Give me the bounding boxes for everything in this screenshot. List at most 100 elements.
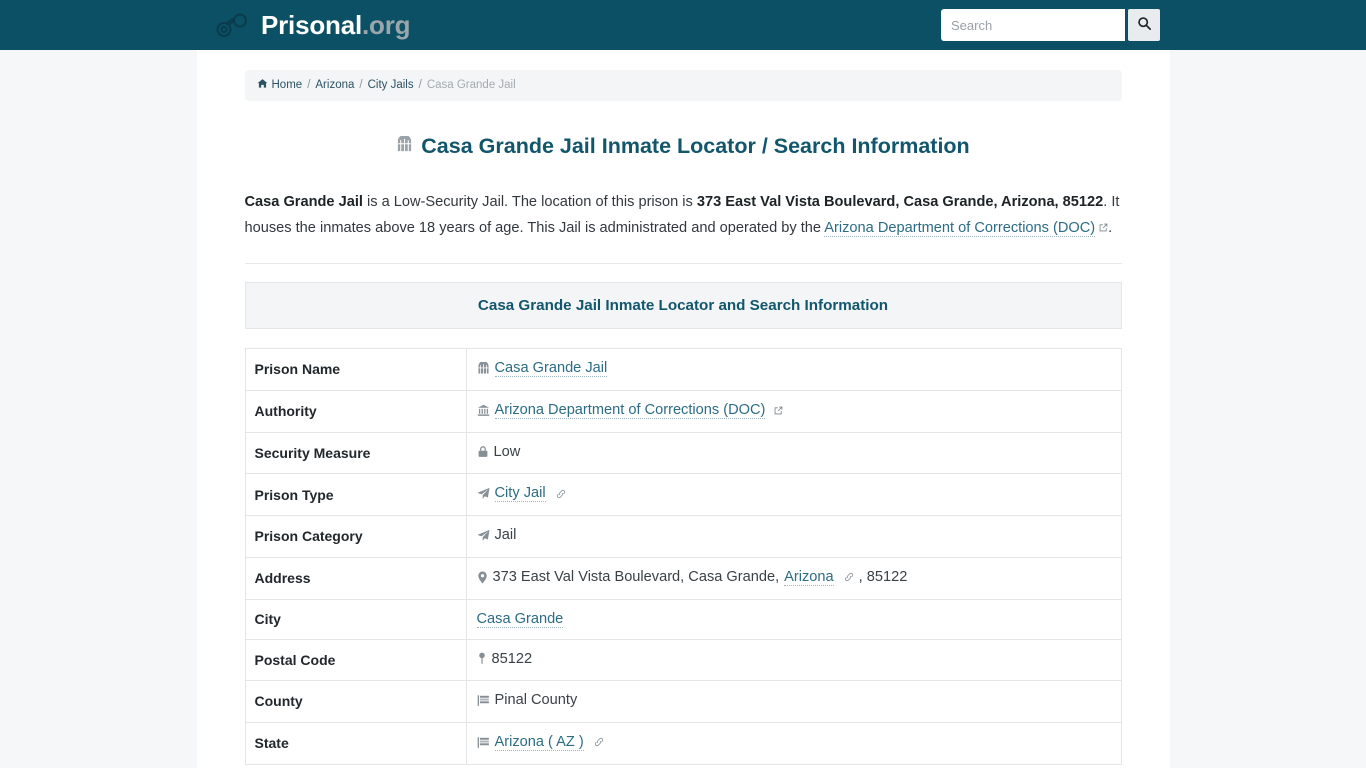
county-value: Pinal County (494, 692, 578, 709)
table-row: Postal Code 85122 (244, 639, 1122, 681)
map-pin-icon (477, 571, 488, 584)
breadcrumb-item-arizona[interactable]: Arizona (315, 79, 354, 92)
link-chain-icon (556, 489, 566, 499)
table-row: City Casa Grande (244, 599, 1122, 640)
address-state-link[interactable]: Arizona (784, 569, 834, 586)
jail-building-icon (396, 133, 413, 161)
table-row: Authority Arizona Department of Correcti… (244, 390, 1122, 433)
brand-tld: .org (362, 10, 411, 40)
address-bold: 373 East Val Vista Boulevard, Casa Grand… (696, 194, 1104, 211)
cell-content: 373 East Val Vista Boulevard, Casa Grand… (477, 569, 908, 586)
home-icon (257, 78, 268, 93)
cell-content: Pinal County (477, 692, 578, 709)
table-row: Prison Name Casa Grande Jail (244, 348, 1122, 391)
state-link[interactable]: Arizona ( AZ ) (494, 734, 584, 751)
cell-content: 85122 (477, 650, 533, 667)
intro-text-1: is a Low-Security Jail. The location of … (362, 194, 697, 211)
content-area: Home / Arizona / City Jails / Casa Grand… (244, 50, 1122, 765)
row-value-county: Pinal County (466, 680, 1122, 723)
breadcrumb-separator: / (359, 78, 363, 91)
page-title: Casa Grande Jail Inmate Locator / Search… (245, 133, 1122, 161)
postal-code-value: 85122 (491, 650, 533, 667)
prison-name-bold: Casa Grande Jail (244, 194, 363, 211)
row-value-address: 373 East Val Vista Boulevard, Casa Grand… (466, 557, 1122, 600)
paper-plane-icon (476, 529, 490, 542)
cell-content: Arizona Department of Corrections (DOC) (477, 402, 784, 419)
flag-icon (477, 736, 490, 749)
site-header: Prisonal.org (0, 0, 1366, 50)
row-label-city: City (244, 599, 467, 640)
table-row: State Arizona ( AZ ) (244, 722, 1122, 765)
section-divider (244, 262, 1122, 264)
table-row: Prison Type City Jail (244, 473, 1122, 516)
bank-icon (477, 404, 490, 417)
row-value-security-measure: Low (466, 432, 1122, 474)
search-form (941, 9, 1160, 41)
page-title-text: Casa Grande Jail Inmate Locator / Search… (421, 133, 970, 158)
table-caption: Casa Grande Jail Inmate Locator and Sear… (244, 281, 1122, 329)
lock-icon (477, 445, 489, 458)
row-value-city: Casa Grande (466, 599, 1122, 640)
cell-content: Jail (476, 527, 517, 544)
city-link[interactable]: Casa Grande (476, 611, 564, 628)
cell-content: Low (477, 443, 521, 460)
breadcrumb-separator: / (307, 78, 311, 91)
table-body: Prison Name Casa Grande Jail Authority A… (244, 348, 1122, 765)
authority-link[interactable]: Arizona Department of Corrections (DOC) (824, 219, 1096, 237)
row-label-address: Address (244, 557, 467, 600)
jail-building-icon (477, 361, 490, 375)
cell-content: Casa Grande Jail (477, 360, 608, 377)
search-icon (1137, 16, 1152, 34)
external-link-icon (774, 406, 783, 415)
row-label-state: State (244, 722, 467, 765)
authority-link[interactable]: Arizona Department of Corrections (DOC) (494, 402, 766, 419)
table-row: County Pinal County (244, 680, 1122, 723)
map-marker-icon (477, 652, 487, 665)
row-value-prison-name: Casa Grande Jail (466, 348, 1122, 391)
table-row: Security Measure Low (244, 432, 1122, 474)
row-value-prison-category: Jail (466, 515, 1122, 558)
row-value-state: Arizona ( AZ ) (466, 722, 1122, 765)
security-measure-value: Low (493, 443, 521, 460)
breadcrumb-item-city-jails[interactable]: City Jails (368, 79, 414, 92)
row-label-county: County (244, 680, 467, 723)
prison-category-value: Jail (494, 527, 517, 544)
row-label-security-measure: Security Measure (244, 432, 467, 474)
row-label-authority: Authority (244, 390, 467, 433)
row-value-prison-type: City Jail (466, 473, 1122, 516)
flag-icon (477, 694, 490, 707)
site-logo-link[interactable]: Prisonal.org (215, 10, 411, 40)
breadcrumb-item-home[interactable]: Home (272, 79, 303, 92)
cell-content: Arizona ( AZ ) (477, 734, 604, 751)
prison-info-table: Prison Name Casa Grande Jail Authority A… (244, 348, 1122, 765)
table-row: Address 373 East Val Vista Boulevard, Ca… (244, 557, 1122, 600)
prison-name-link[interactable]: Casa Grande Jail (494, 360, 608, 377)
link-chain-icon (594, 737, 604, 747)
paper-plane-icon (476, 487, 490, 500)
intro-text-3: . (1108, 219, 1113, 236)
row-label-prison-type: Prison Type (244, 473, 467, 516)
brand-text: Prisonal.org (261, 10, 411, 40)
intro-paragraph: Casa Grande Jail is a Low-Security Jail.… (245, 190, 1122, 240)
address-prefix: 373 East Val Vista Boulevard, Casa Grand… (492, 569, 780, 586)
row-label-postal-code: Postal Code (244, 639, 467, 681)
external-link-icon (1099, 223, 1108, 232)
search-button[interactable] (1128, 9, 1160, 41)
breadcrumb-separator: / (418, 78, 422, 91)
prison-type-link[interactable]: City Jail (494, 485, 546, 503)
brand-name: Prisonal (261, 10, 362, 40)
address-suffix: , 85122 (858, 569, 908, 586)
cell-content: City Jail (476, 485, 566, 503)
breadcrumb: Home / Arizona / City Jails / Casa Grand… (244, 70, 1122, 101)
link-chain-icon (844, 572, 854, 582)
search-input[interactable] (941, 9, 1125, 41)
row-value-postal-code: 85122 (466, 639, 1122, 681)
row-label-prison-category: Prison Category (244, 515, 467, 558)
breadcrumb-item-current: Casa Grande Jail (426, 78, 516, 91)
table-row: Prison Category Jail (244, 515, 1122, 558)
row-label-prison-name: Prison Name (244, 348, 467, 391)
row-value-authority: Arizona Department of Corrections (DOC) (466, 390, 1122, 433)
handcuffs-icon (215, 12, 249, 38)
page-container: Home / Arizona / City Jails / Casa Grand… (196, 50, 1170, 768)
cell-content: Casa Grande (476, 611, 564, 628)
